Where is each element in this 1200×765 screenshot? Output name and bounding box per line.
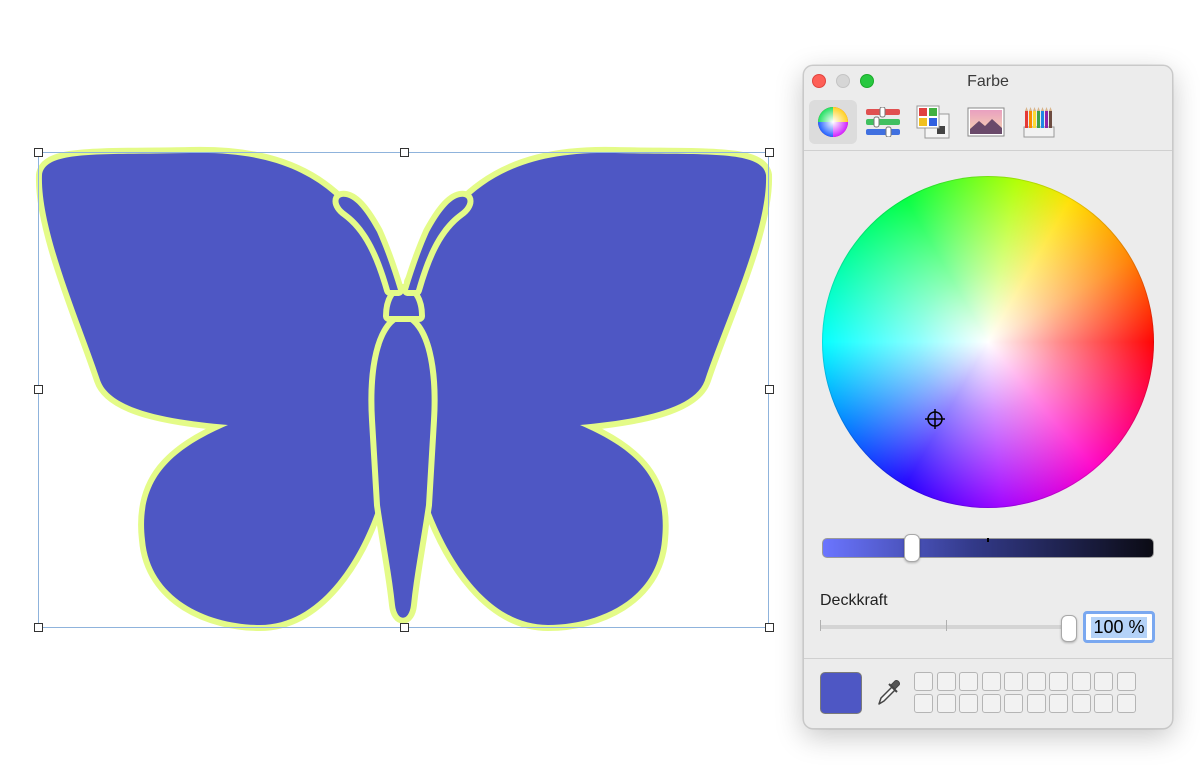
color-swatch-well[interactable] [1049,672,1068,691]
color-swatch-well[interactable] [959,672,978,691]
color-swatch-well[interactable] [1094,672,1113,691]
color-swatch-well[interactable] [936,672,956,691]
color-swatch-well[interactable] [914,672,933,691]
color-swatch-well[interactable] [1026,672,1046,691]
tab-pencils[interactable] [1015,100,1063,144]
color-wheel-saturation [822,176,1154,508]
image-palettes-icon [967,107,1005,137]
pencils-icon [1023,107,1055,138]
tab-color-wheel[interactable] [809,100,857,144]
color-swatch-well[interactable] [981,672,1001,691]
color-swatch-well[interactable] [1116,694,1136,713]
opacity-tick [820,620,821,631]
eyedropper-icon[interactable] [874,678,902,708]
color-swatch-well[interactable] [1026,694,1046,713]
resize-handle-bottom-right[interactable] [765,623,774,632]
color-panel-window: Farbe Deckkraft 100 % [803,65,1173,729]
color-sliders-icon [866,107,900,137]
color-swatch-well[interactable] [1071,694,1091,713]
tab-color-sliders[interactable] [859,100,907,144]
tab-color-palettes[interactable] [909,100,957,144]
color-swatch-well[interactable] [914,694,933,713]
brightness-tick-mark [987,538,989,542]
brightness-slider-thumb[interactable] [904,534,920,562]
butterfly-shape[interactable] [0,0,790,765]
color-swatch-well[interactable] [936,694,956,713]
resize-handle-bottom-left[interactable] [34,623,43,632]
resize-handle-top[interactable] [400,148,409,157]
current-color-swatch[interactable] [820,672,862,714]
title-bar[interactable]: Farbe [804,66,1172,96]
tab-image-palettes[interactable] [962,100,1010,144]
color-swatch-well[interactable] [981,694,1001,713]
color-swatch-well[interactable] [1094,694,1113,713]
opacity-tick [946,620,947,631]
color-wheel-icon [818,107,848,137]
panel-divider [804,658,1172,659]
resize-handle-top-left[interactable] [34,148,43,157]
color-swatch-well[interactable] [959,694,978,713]
color-mode-toolbar [804,96,1172,151]
color-swatch-well[interactable] [1004,694,1023,713]
opacity-value-field[interactable]: 100 % [1083,611,1155,643]
color-swatch-well[interactable] [1071,672,1091,691]
color-swatch-well[interactable] [1049,694,1068,713]
resize-handle-top-right[interactable] [765,148,774,157]
drawing-canvas[interactable] [0,0,790,765]
opacity-value: 100 % [1091,616,1147,638]
color-picker-crosshair-icon[interactable] [925,409,945,429]
resize-handle-left[interactable] [34,385,43,394]
opacity-label: Deckkraft [820,592,888,609]
color-palettes-icon [916,105,950,139]
window-title: Farbe [967,73,1009,90]
color-wheel[interactable] [822,176,1154,508]
opacity-slider-thumb[interactable] [1061,615,1077,642]
color-swatch-well[interactable] [1116,672,1136,691]
color-swatch-well[interactable] [1004,672,1023,691]
resize-handle-right[interactable] [765,385,774,394]
resize-handle-bottom[interactable] [400,623,409,632]
